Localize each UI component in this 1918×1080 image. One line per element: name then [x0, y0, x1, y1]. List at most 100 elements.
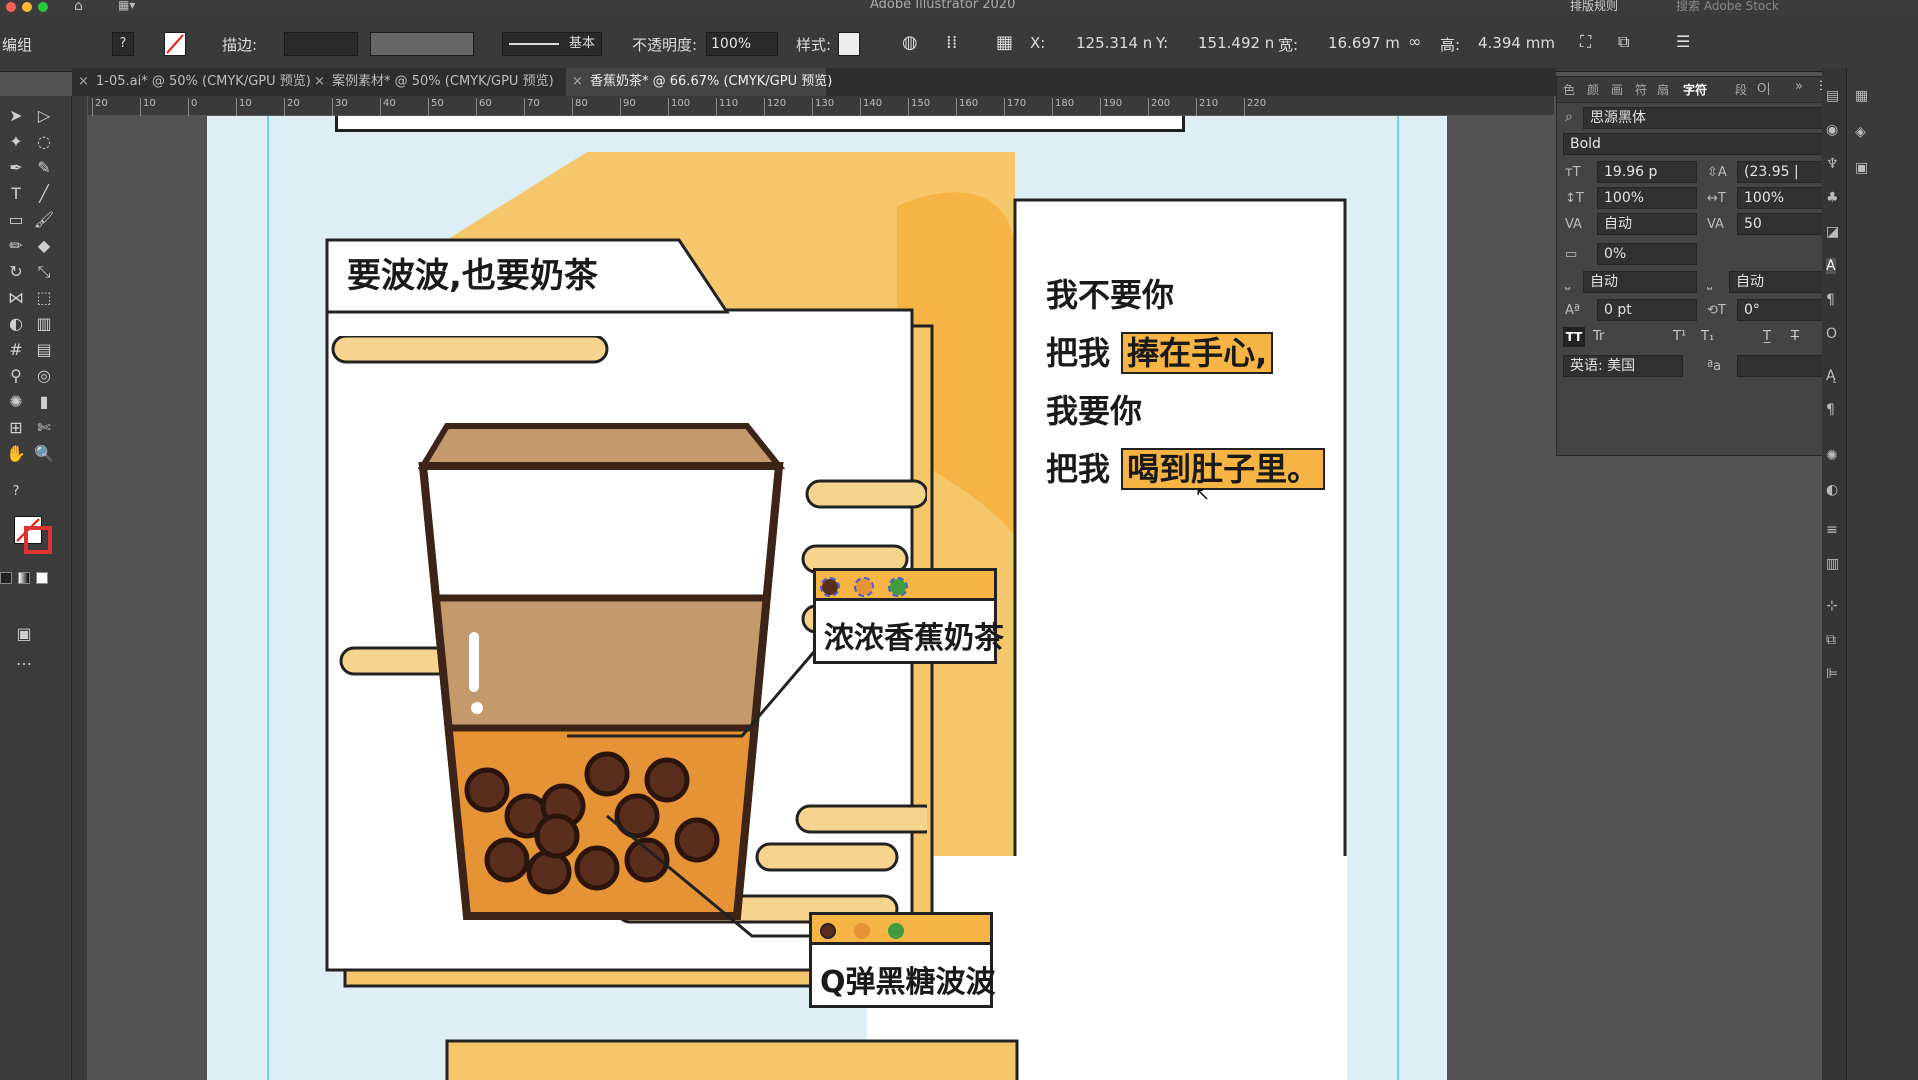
anchor-point-icon[interactable] [888, 577, 908, 597]
help-icon[interactable]: ? [4, 480, 28, 504]
symbol-sprayer-tool-icon[interactable]: ✺ [4, 390, 28, 414]
eyedropper-tool-icon[interactable]: ⚲ [4, 364, 28, 388]
aki-left-input[interactable]: 自动 [1583, 271, 1697, 293]
gradient-mode-icon[interactable] [18, 572, 30, 584]
opentype-icon[interactable]: O [1826, 326, 1837, 342]
font-size-input[interactable]: 19.96 p [1597, 161, 1697, 183]
scale-tool-icon[interactable]: ⤡ [32, 260, 56, 284]
zoom-tool-icon[interactable]: 🔍 [32, 442, 56, 466]
stroke-color-swatch[interactable] [24, 526, 52, 554]
arrange-documents-icon[interactable]: ▦▾ [118, 0, 135, 12]
isolate-group-icon[interactable]: ⧉ [1618, 32, 1629, 52]
lyric-highlight[interactable]: 喝到肚子里。 [1121, 448, 1326, 490]
graphic-styles-icon[interactable]: ◪ [1826, 224, 1839, 240]
color-icon[interactable]: ◐ [1826, 482, 1838, 498]
tab-character[interactable]: 字符 [1683, 81, 1707, 98]
paragraph-icon[interactable]: ¶ [1826, 292, 1835, 308]
underline-button[interactable]: T̲ [1763, 329, 1771, 344]
layers-icon[interactable]: ◈ [1855, 124, 1866, 140]
x-position-input[interactable]: 125.314 n [1076, 34, 1152, 52]
tab-banana-milk-tea[interactable]: × 香蕉奶茶* @ 66.67% (CMYK/GPU 预览) [566, 68, 832, 96]
selection-tool-icon[interactable]: ➤ [4, 104, 28, 128]
close-window-button[interactable] [6, 2, 16, 12]
label-banana-tea[interactable]: 浓浓香蕉奶茶 [824, 613, 1004, 657]
language-select[interactable]: 英语: 美国 [1563, 355, 1683, 377]
color-mode-icon[interactable] [0, 572, 12, 584]
label-banana-tea-box[interactable]: 浓浓香蕉奶茶 [813, 568, 1004, 664]
font-style-select[interactable]: Bold [1563, 133, 1831, 155]
tab-paragraph[interactable]: 段 [1735, 81, 1747, 98]
search-font-icon[interactable]: ⌕ [1565, 109, 1573, 125]
baseline-shift-input[interactable]: 0 pt [1597, 299, 1697, 321]
kerning-input[interactable]: 自动 [1597, 213, 1697, 235]
close-tab-icon[interactable]: × [314, 68, 325, 96]
transform-icon[interactable]: ⛶ [1580, 32, 1591, 52]
constrain-proportions-icon[interactable]: ∞ [1408, 32, 1421, 51]
width-input[interactable]: 16.697 m [1328, 34, 1400, 52]
asset-export-icon[interactable]: ▣ [1855, 160, 1868, 176]
hand-tool-icon[interactable]: ✋ [4, 442, 28, 466]
anti-alias-select[interactable] [1737, 355, 1831, 377]
brushes-icon[interactable]: ♆ [1826, 156, 1839, 172]
stroke-weight-input[interactable] [284, 32, 358, 56]
align-options-icon[interactable]: ⁞⁞ [946, 32, 957, 53]
leading-input[interactable]: (23.95 | [1737, 161, 1831, 183]
libraries-icon[interactable]: ▤ [1826, 88, 1839, 104]
pathfinder-icon[interactable]: ⧉ [1826, 632, 1836, 648]
type-tool-icon[interactable]: T [4, 182, 28, 206]
lyric-line-1[interactable]: 我不要你 [1046, 270, 1174, 316]
stock-search-input[interactable]: 搜索 Adobe Stock [1676, 0, 1779, 14]
vertical-scale-input[interactable]: 100% [1597, 187, 1697, 209]
reference-point-icon[interactable]: ▦ [996, 32, 1013, 53]
tsume-input[interactable]: 0% [1597, 243, 1697, 265]
superscript-button[interactable]: T¹ [1673, 329, 1686, 344]
shaper-tool-icon[interactable]: ✏ [4, 234, 28, 258]
eraser-tool-icon[interactable]: ◆ [32, 234, 56, 258]
close-tab-icon[interactable]: × [78, 68, 89, 96]
properties-icon[interactable]: ▦ [1855, 88, 1868, 104]
lasso-tool-icon[interactable]: ◌ [32, 130, 56, 154]
minimize-window-button[interactable] [22, 2, 32, 12]
subscript-button[interactable]: T₁ [1701, 329, 1714, 344]
pen-tool-icon[interactable]: ✒ [4, 156, 28, 180]
lyric-line-4[interactable]: 把我 喝到肚子里。 [1046, 444, 1326, 490]
stroke-panel-icon[interactable]: ≡ [1826, 522, 1838, 538]
horizontal-scale-input[interactable]: 100% [1737, 187, 1831, 209]
gradient-panel-icon[interactable]: ▥ [1826, 556, 1839, 572]
appearance-icon[interactable]: ◉ [1826, 122, 1838, 138]
curvature-tool-icon[interactable]: ✎ [32, 156, 56, 180]
stroke-swatch[interactable] [164, 32, 186, 56]
strikethrough-button[interactable]: T̶ [1791, 329, 1799, 344]
brush-definition-select[interactable]: 基本 [502, 32, 602, 56]
width-tool-icon[interactable]: ⋈ [4, 286, 28, 310]
perspective-grid-tool-icon[interactable]: ▥ [32, 312, 56, 336]
direct-selection-tool-icon[interactable]: ▷ [32, 104, 56, 128]
canvas-area[interactable]: 要波波,也要奶茶 浓浓香蕉奶茶 Q弹黑糖波波 我不要你 把我 捧在手心, 我要你… [89, 116, 1556, 1080]
gradient-tool-icon[interactable]: ▤ [32, 338, 56, 362]
fill-swatch[interactable]: ? [112, 32, 134, 56]
label-boba-box[interactable]: Q弹黑糖波波 [809, 912, 996, 1008]
tab-swatches[interactable]: 颜 [1587, 81, 1599, 98]
tab-fan[interactable]: 扇 [1657, 81, 1669, 98]
character-styles-icon[interactable]: Ą [1826, 368, 1836, 384]
shape-builder-tool-icon[interactable]: ◐ [4, 312, 28, 336]
opacity-input[interactable]: 100% [706, 32, 778, 56]
blend-tool-icon[interactable]: ◎ [32, 364, 56, 388]
collapse-panel-icon[interactable]: » [1795, 79, 1803, 94]
line-tool-icon[interactable]: ╱ [32, 182, 56, 206]
tab-case-material[interactable]: × 案例素材* @ 50% (CMYK/GPU 预览) [308, 68, 562, 96]
home-icon[interactable]: ⌂ [74, 0, 83, 14]
character-icon[interactable]: A [1826, 258, 1836, 274]
column-graph-tool-icon[interactable]: ▮ [32, 390, 56, 414]
font-family-select[interactable]: 思源黑体 [1583, 107, 1831, 129]
anchor-point-icon[interactable] [854, 577, 874, 597]
none-mode-icon[interactable] [36, 572, 48, 584]
graphic-style-swatch[interactable] [838, 32, 860, 56]
change-screen-mode-icon[interactable]: ▣ [12, 622, 36, 646]
tab-1-05[interactable]: × 1-05.ai* @ 50% (CMYK/GPU 预览) [72, 68, 311, 96]
artboard[interactable]: 要波波,也要奶茶 浓浓香蕉奶茶 Q弹黑糖波波 [207, 116, 1447, 1080]
tab-opentype[interactable]: O| [1757, 81, 1771, 95]
label-boba[interactable]: Q弹黑糖波波 [820, 957, 996, 1001]
paragraph-styles-icon[interactable]: ¶ [1826, 402, 1835, 418]
panel-menu-icon[interactable]: ☰ [1676, 32, 1690, 51]
